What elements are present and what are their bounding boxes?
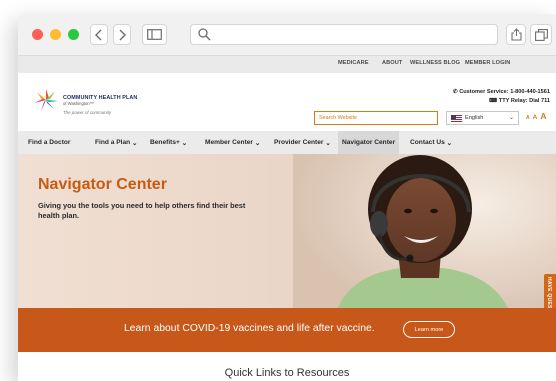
nav-find-a-plan[interactable]: Find a Plan ⌄	[91, 131, 142, 154]
quick-links-title: Quick Links to Resources	[224, 367, 350, 379]
nav-label: Benefits+	[150, 139, 180, 146]
sidebar-toggle-button[interactable]	[142, 24, 167, 45]
tabs-overview-button[interactable]	[530, 24, 552, 45]
nav-contact-us[interactable]: Contact Us ⌄	[406, 131, 456, 154]
nav-provider-center[interactable]: Provider Center ⌄	[270, 131, 335, 154]
chevron-down-icon: ⌄	[323, 139, 331, 147]
banner-text: Learn about COVID-19 vaccines and life a…	[124, 323, 375, 334]
site-header: COMMUNITY HEALTH PLAN of Washington™ The…	[18, 73, 556, 131]
nav-label: Member Center	[205, 139, 254, 146]
hero-subtitle: Giving you the tools you need to help ot…	[38, 201, 246, 220]
nav-navigator-center[interactable]: Navigator Center	[338, 131, 400, 154]
back-button[interactable]	[90, 24, 108, 45]
site-search-input[interactable]: Search Website	[314, 111, 438, 125]
logo-icon[interactable]	[33, 87, 59, 113]
hero-title: Navigator Center	[38, 176, 167, 193]
tabs-icon	[534, 28, 548, 41]
utility-link-medicare[interactable]: MEDICARE	[338, 60, 369, 66]
us-flag-icon	[451, 115, 462, 122]
chevron-down-icon: ⌄	[179, 139, 188, 147]
chevron-left-icon	[95, 29, 102, 40]
language-selected: English	[465, 115, 484, 121]
logo-subtitle: of Washington™	[63, 101, 94, 106]
share-icon	[510, 28, 522, 41]
chevron-down-icon: ⌄	[253, 139, 261, 147]
logo-tagline: The power of community	[63, 110, 112, 115]
text-size-medium[interactable]: A	[533, 114, 538, 121]
nav-member-center[interactable]: Member Center ⌄	[201, 131, 264, 154]
hero-section: Navigator Center Giving you the tools yo…	[18, 154, 556, 322]
browser-window: MEDICARE ABOUT WELLNESS BLOG MEMBER LOGI…	[18, 14, 556, 381]
text-size-controls: A A A	[526, 111, 546, 125]
site-search-placeholder: Search Website	[319, 115, 357, 121]
nav-label: Provider Center	[274, 139, 324, 146]
tty-icon: ⌨	[489, 98, 499, 104]
learn-more-button[interactable]: Learn more	[403, 321, 455, 338]
forward-button[interactable]	[113, 24, 131, 45]
tty-number[interactable]: TTY Relay: Dial 711	[499, 98, 550, 104]
customer-service-line: ✆ Customer Service: 1-800-440-1561	[453, 89, 550, 95]
covid-banner: Learn about COVID-19 vaccines and life a…	[18, 308, 556, 352]
magnifier-icon	[198, 28, 211, 41]
nav-label: Find a Plan	[95, 139, 131, 146]
close-window-button[interactable]	[32, 29, 43, 40]
text-size-large[interactable]: A	[540, 111, 546, 121]
quick-links-section: Quick Links to Resources	[18, 352, 556, 381]
nav-find-a-doctor[interactable]: Find a Doctor	[24, 131, 75, 154]
language-select[interactable]: English ⌄	[446, 111, 519, 125]
screenshot-stage: MEDICARE ABOUT WELLNESS BLOG MEMBER LOGI…	[0, 0, 556, 381]
tty-line: ⌨ TTY Relay: Dial 711	[489, 98, 550, 104]
main-nav: Find a Doctor Find a Plan ⌄ Benefits+ ⌄ …	[18, 131, 556, 154]
browser-toolbar	[18, 14, 556, 56]
maximize-window-button[interactable]	[68, 29, 79, 40]
chevron-down-icon: ⌄	[508, 115, 514, 121]
nav-benefits[interactable]: Benefits+ ⌄	[146, 131, 191, 154]
address-bar[interactable]	[190, 24, 498, 45]
utility-nav: MEDICARE ABOUT WELLNESS BLOG MEMBER LOGI…	[18, 56, 556, 73]
nav-label: Navigator Center	[342, 139, 396, 146]
nav-label: Find a Doctor	[28, 139, 71, 146]
utility-link-wellness-blog[interactable]: WELLNESS BLOG	[410, 60, 460, 66]
utility-link-about[interactable]: ABOUT	[382, 60, 402, 66]
share-button[interactable]	[506, 24, 526, 45]
minimize-window-button[interactable]	[50, 29, 61, 40]
customer-service-number[interactable]: Customer Service: 1-800-440-1561	[459, 89, 550, 95]
text-size-small[interactable]: A	[526, 115, 530, 121]
chevron-down-icon: ⌄	[130, 139, 138, 147]
sidebar-icon	[147, 29, 162, 40]
hero-image	[293, 154, 556, 322]
nav-label: Contact Us	[410, 139, 445, 146]
chevron-right-icon	[119, 29, 126, 40]
utility-link-member-login[interactable]: MEMBER LOGIN	[465, 60, 510, 66]
chevron-down-icon: ⌄	[444, 139, 453, 147]
